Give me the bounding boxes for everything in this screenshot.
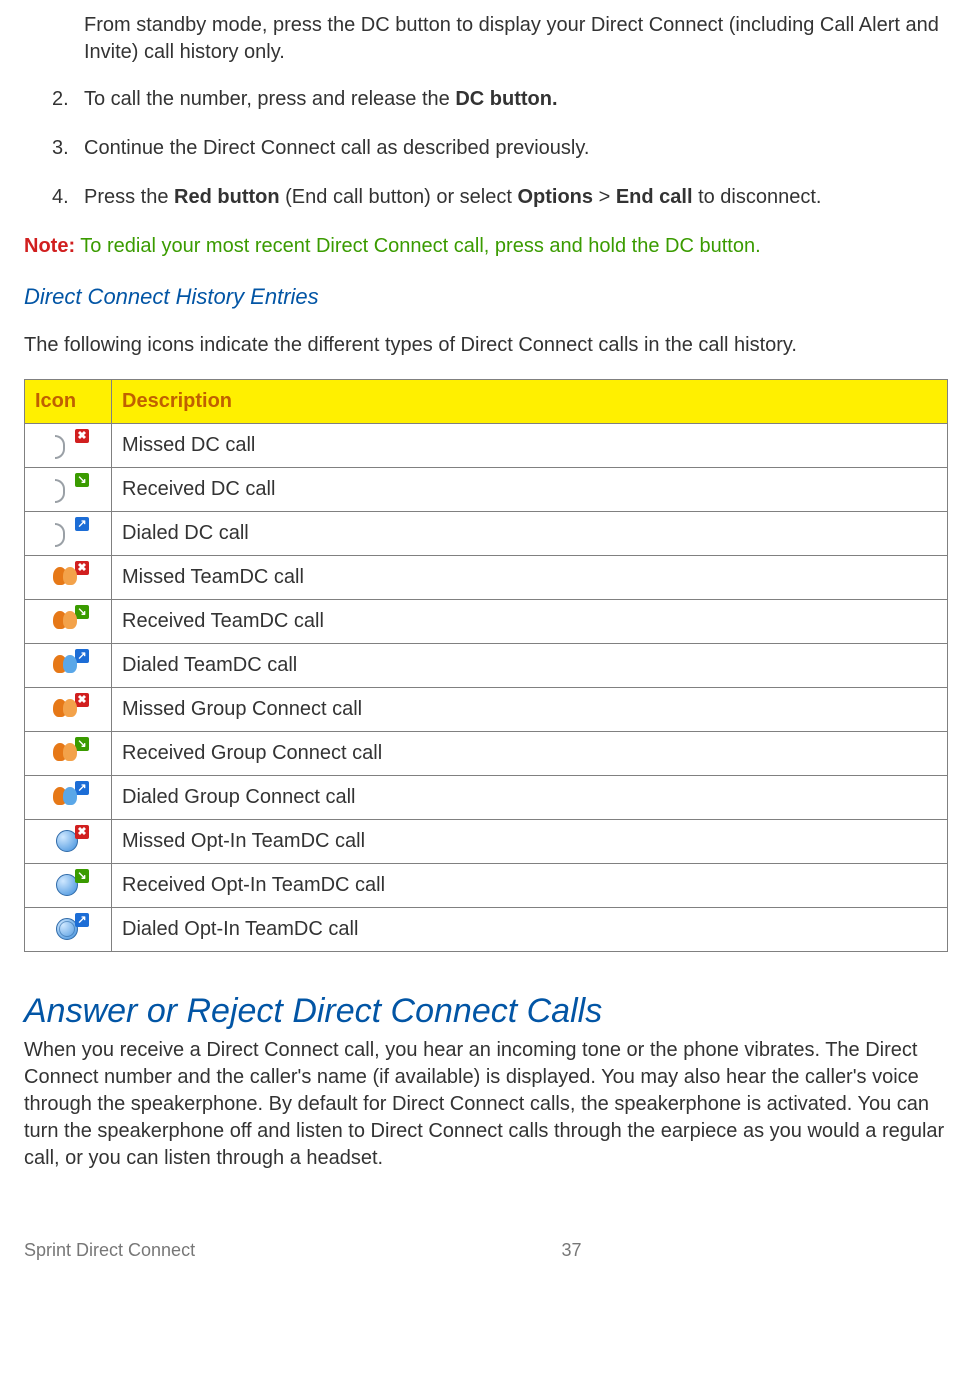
step-text-bold: DC button. xyxy=(455,88,557,110)
icon-cell: ↗ xyxy=(25,643,112,687)
step-marker: 2. xyxy=(52,86,84,113)
page-footer: Sprint Direct Connect 37 xyxy=(24,1240,948,1261)
icon-cell: ✖ xyxy=(25,423,112,467)
table-row: ↘ Received DC call xyxy=(25,467,948,511)
table-row: ✖ Missed DC call xyxy=(25,423,948,467)
history-desc: The following icons indicate the differe… xyxy=(24,332,948,359)
status-badge-icon: ↘ xyxy=(75,473,89,487)
table-row: ↗ Dialed Group Connect call xyxy=(25,775,948,819)
step-2: 2. To call the number, press and release… xyxy=(52,86,948,113)
globe-icon: ✖ xyxy=(51,829,85,853)
status-badge-icon: ↗ xyxy=(75,517,89,531)
icon-cell: ↗ xyxy=(25,511,112,555)
step-text: Continue the Direct Connect call as desc… xyxy=(84,135,589,162)
step-marker: 3. xyxy=(52,135,84,162)
t: (End call button) or select xyxy=(280,186,518,208)
table-row: ↘ Received TeamDC call xyxy=(25,599,948,643)
step-3: 3. Continue the Direct Connect call as d… xyxy=(52,135,948,162)
intro-paragraph: From standby mode, press the DC button t… xyxy=(84,12,948,66)
people-icon: ✖ xyxy=(51,697,85,721)
t-bold: End call xyxy=(616,186,693,208)
note: Note: To redial your most recent Direct … xyxy=(24,233,948,260)
walkie-icon: ↘ xyxy=(51,477,85,501)
desc-cell: Received DC call xyxy=(112,467,948,511)
step-4: 4. Press the Red button (End call button… xyxy=(52,184,948,211)
table-row: ✖ Missed TeamDC call xyxy=(25,555,948,599)
people-icon: ↗ xyxy=(51,653,85,677)
icon-cell: ↘ xyxy=(25,731,112,775)
table-row: ↘ Received Opt-In TeamDC call xyxy=(25,863,948,907)
step-text: Press the Red button (End call button) o… xyxy=(84,184,821,211)
step-text: To call the number, press and release th… xyxy=(84,86,558,113)
section-heading: Answer or Reject Direct Connect Calls xyxy=(24,992,948,1031)
people-icon: ↘ xyxy=(51,741,85,765)
th-icon: Icon xyxy=(25,379,112,423)
desc-cell: Received TeamDC call xyxy=(112,599,948,643)
walkie-icon: ↗ xyxy=(51,521,85,545)
people-icon: ↗ xyxy=(51,785,85,809)
table-header-row: Icon Description xyxy=(25,379,948,423)
desc-cell: Missed DC call xyxy=(112,423,948,467)
desc-cell: Missed TeamDC call xyxy=(112,555,948,599)
footer-page: 37 xyxy=(195,1240,948,1261)
status-badge-icon: ↗ xyxy=(75,781,89,795)
status-badge-icon: ↘ xyxy=(75,605,89,619)
table-row: ↗ Dialed DC call xyxy=(25,511,948,555)
step-marker: 4. xyxy=(52,184,84,211)
t: > xyxy=(593,186,616,208)
status-badge-icon: ↗ xyxy=(75,649,89,663)
t-bold: Red button xyxy=(174,186,280,208)
section-body: When you receive a Direct Connect call, … xyxy=(24,1037,948,1172)
icon-cell: ✖ xyxy=(25,687,112,731)
note-label: Note: xyxy=(24,235,75,257)
footer-title: Sprint Direct Connect xyxy=(24,1240,195,1261)
step-text-pre: To call the number, press and release th… xyxy=(84,88,455,110)
table-row: ✖ Missed Group Connect call xyxy=(25,687,948,731)
table-row: ↘ Received Group Connect call xyxy=(25,731,948,775)
t-bold: Options xyxy=(517,186,593,208)
status-badge-icon: ✖ xyxy=(75,693,89,707)
icon-cell: ✖ xyxy=(25,555,112,599)
people-icon: ↘ xyxy=(51,609,85,633)
th-desc: Description xyxy=(112,379,948,423)
status-badge-icon: ↘ xyxy=(75,869,89,883)
icon-cell: ↘ xyxy=(25,467,112,511)
desc-cell: Dialed Group Connect call xyxy=(112,775,948,819)
globe-icon: ↘ xyxy=(51,873,85,897)
globe-icon: ↗ xyxy=(51,917,85,941)
note-text: To redial your most recent Direct Connec… xyxy=(75,235,761,257)
icon-cell: ✖ xyxy=(25,819,112,863)
desc-cell: Received Opt-In TeamDC call xyxy=(112,863,948,907)
desc-cell: Missed Opt-In TeamDC call xyxy=(112,819,948,863)
status-badge-icon: ✖ xyxy=(75,561,89,575)
desc-cell: Missed Group Connect call xyxy=(112,687,948,731)
status-badge-icon: ↘ xyxy=(75,737,89,751)
walkie-icon: ✖ xyxy=(51,433,85,457)
steps-list: 2. To call the number, press and release… xyxy=(24,86,948,211)
table-row: ↗ Dialed TeamDC call xyxy=(25,643,948,687)
icon-cell: ↗ xyxy=(25,907,112,951)
people-icon: ✖ xyxy=(51,565,85,589)
desc-cell: Dialed TeamDC call xyxy=(112,643,948,687)
desc-cell: Dialed DC call xyxy=(112,511,948,555)
table-row: ↗ Dialed Opt-In TeamDC call xyxy=(25,907,948,951)
icon-cell: ↘ xyxy=(25,863,112,907)
status-badge-icon: ✖ xyxy=(75,825,89,839)
table-row: ✖ Missed Opt-In TeamDC call xyxy=(25,819,948,863)
icon-cell: ↘ xyxy=(25,599,112,643)
status-badge-icon: ✖ xyxy=(75,429,89,443)
icon-cell: ↗ xyxy=(25,775,112,819)
t: to disconnect. xyxy=(693,186,822,208)
status-badge-icon: ↗ xyxy=(75,913,89,927)
desc-cell: Dialed Opt-In TeamDC call xyxy=(112,907,948,951)
t: Press the xyxy=(84,186,174,208)
history-subhead: Direct Connect History Entries xyxy=(24,282,948,312)
icon-table: Icon Description ✖ Missed DC call ↘ Receive… xyxy=(24,379,948,952)
desc-cell: Received Group Connect call xyxy=(112,731,948,775)
document-page: From standby mode, press the DC button t… xyxy=(0,0,972,1289)
